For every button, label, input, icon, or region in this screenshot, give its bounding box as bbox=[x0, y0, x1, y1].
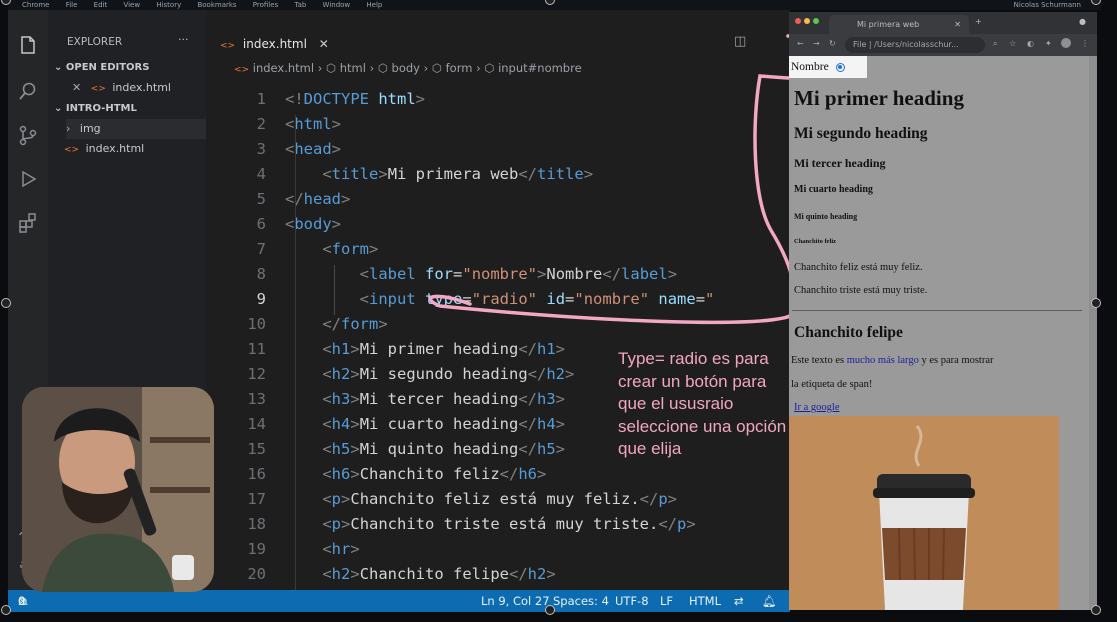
rendered-paragraph: Chanchito feliz está muy feliz. bbox=[794, 262, 923, 273]
reload-icon[interactable]: ↻ bbox=[829, 39, 836, 48]
rendered-paragraph: Chanchito triste está muy triste. bbox=[794, 285, 928, 296]
browser-page: Nombre Mi primer heading Mi segundo head… bbox=[789, 56, 1089, 610]
new-tab-icon[interactable]: + bbox=[975, 17, 982, 26]
rendered-radio-button[interactable] bbox=[835, 62, 845, 72]
forward-icon[interactable]: → bbox=[813, 39, 820, 48]
more-icon[interactable]: ⋮ bbox=[1081, 39, 1089, 48]
close-tab-icon[interactable]: ✕ bbox=[954, 15, 961, 34]
star-icon[interactable]: ☆ bbox=[1009, 39, 1016, 48]
rendered-form: Nombre bbox=[789, 56, 867, 78]
browser-scrollbar[interactable] bbox=[1089, 56, 1097, 610]
minimize-window-button[interactable] bbox=[804, 18, 810, 24]
rendered-h1: Mi primer heading bbox=[794, 86, 964, 110]
browser-window: Mi primera web ✕ + ● ← → ↻ File | /Users… bbox=[789, 12, 1097, 610]
puzzle-icon[interactable]: ✦ bbox=[1045, 39, 1052, 48]
extension-icon[interactable]: ◐ bbox=[1027, 39, 1034, 48]
address-bar[interactable]: File | /Users/nicolasschur... bbox=[845, 37, 985, 53]
resize-handle[interactable] bbox=[1091, 605, 1101, 615]
presenter-video-icon bbox=[22, 387, 214, 592]
coffee-cup-icon bbox=[789, 416, 1059, 610]
zoom-window-button[interactable] bbox=[813, 18, 819, 24]
rendered-span: mucho más largo bbox=[846, 355, 919, 366]
resize-handle[interactable] bbox=[545, 605, 555, 615]
browser-tab[interactable]: Mi primera web ✕ bbox=[829, 15, 969, 34]
coffee-image bbox=[789, 416, 1059, 610]
browser-tab-strip: Mi primera web ✕ + ● bbox=[789, 12, 1097, 34]
rendered-paragraph: la etiqueta de span! bbox=[791, 379, 873, 390]
rendered-paragraph: Este texto es mucho más largo y es para … bbox=[791, 355, 994, 366]
rendered-h6: Chanchito feliz bbox=[794, 238, 837, 245]
resize-handle[interactable] bbox=[1, 298, 11, 308]
rendered-label[interactable]: Nombre bbox=[791, 61, 829, 73]
rendered-hr bbox=[792, 310, 1082, 311]
avatar[interactable] bbox=[1061, 38, 1071, 48]
close-window-button[interactable] bbox=[795, 18, 801, 24]
resize-handle[interactable] bbox=[1091, 298, 1101, 308]
zoom-icon[interactable]: ⌕ bbox=[993, 39, 997, 49]
webcam-overlay bbox=[22, 387, 214, 592]
back-icon[interactable]: ← bbox=[797, 39, 804, 48]
resize-handle[interactable] bbox=[1, 605, 11, 615]
rendered-h3: Mi tercer heading bbox=[794, 156, 886, 170]
rendered-h5: Mi quinto heading bbox=[794, 212, 858, 221]
rendered-h2: Mi segundo heading bbox=[794, 125, 928, 142]
rendered-h4: Mi cuarto heading bbox=[794, 184, 873, 195]
browser-toolbar: ← → ↻ File | /Users/nicolasschur... ⌕ ☆ … bbox=[789, 34, 1097, 56]
rendered-h2b: Chanchito felipe bbox=[794, 324, 903, 341]
browser-menu-icon[interactable]: ● bbox=[1079, 17, 1086, 26]
rendered-link[interactable]: Ir a google bbox=[794, 402, 839, 413]
